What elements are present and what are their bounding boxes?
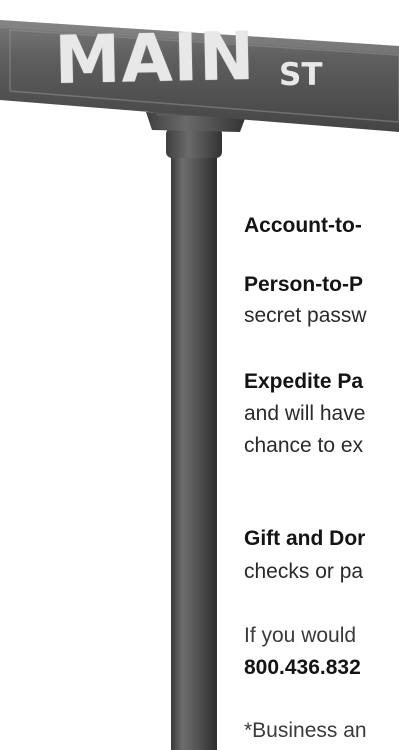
expedite-heading: Expedite Pa: [244, 370, 364, 393]
p2p-text: secret passw: [244, 304, 367, 327]
pole: [171, 140, 217, 750]
expedite-text-2: chance to ex: [244, 434, 364, 457]
expedite-text-1: and will have: [244, 402, 366, 425]
gift-text: checks or pa: [244, 560, 364, 583]
p2p-heading: Person-to-P: [244, 273, 364, 296]
street-suffix: ST: [279, 57, 323, 93]
contact-text: If you would: [244, 624, 357, 647]
phone-number: 800.436.832: [244, 656, 361, 679]
gift-heading: Gift and Dor: [244, 527, 366, 550]
account-heading: Account-to-: [244, 214, 362, 237]
footnote: *Business an: [244, 719, 367, 742]
pole-collar: [166, 128, 222, 158]
street-name: MAIN: [53, 17, 257, 99]
